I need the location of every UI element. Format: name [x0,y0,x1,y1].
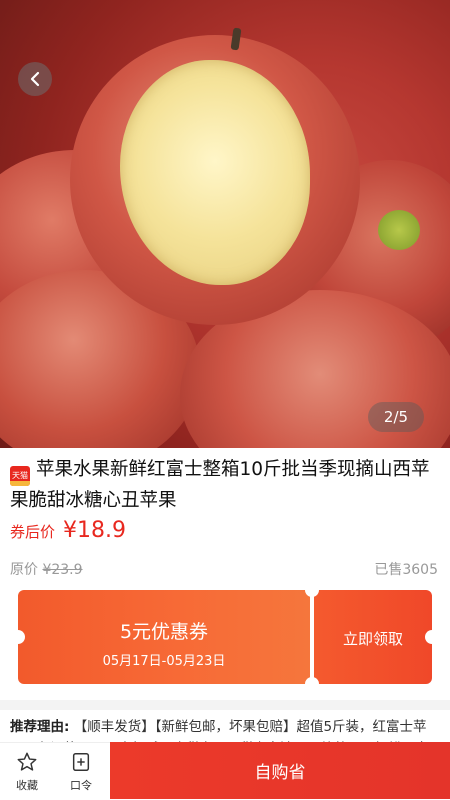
recommend-label: 推荐理由: [10,719,70,735]
star-icon [17,752,37,771]
coupon-notch [305,583,319,597]
original-price-value: ¥23.9 [42,562,83,578]
favorite-label: 收藏 [16,779,38,792]
image-pager: 2/5 [368,402,424,432]
coupon-title: 5元优惠券 [119,621,209,643]
price-value: ¥18.9 [63,518,126,543]
product-title: 天猫 苹果水果新鲜红富士整箱10斤批当季现摘山西苹果脆甜冰糖心丑苹果 [10,455,440,515]
price-row: 券后价 ¥18.9 [10,518,126,543]
original-price-row: 原价 ¥23.9 [10,559,83,579]
share-plus-icon [72,753,90,771]
back-icon [30,71,40,87]
coupon-card[interactable]: 5元优惠券 05月17日-05月23日 立即领取 [11,583,439,691]
password-button[interactable]: 口令 [54,743,108,800]
claim-coupon-button[interactable]: 立即领取 [314,628,432,649]
apple-highlight [378,210,420,250]
tmall-icon: 天猫 [10,466,30,486]
original-price-label: 原价 [10,562,38,578]
back-button[interactable] [18,62,52,96]
coupon-notch [305,677,319,691]
section-divider [0,700,450,710]
favorite-button[interactable]: 收藏 [0,743,54,800]
password-label: 口令 [70,779,92,792]
product-image-gallery[interactable]: 2/5 [0,0,450,448]
coupon-date-range: 05月17日-05月23日 [102,654,226,669]
product-title-text: 苹果水果新鲜红富士整箱10斤批当季现摘山西苹果脆甜冰糖心丑苹果 [10,459,430,511]
price-label: 券后价 [10,523,56,541]
sold-count: 已售3605 [374,562,438,578]
self-purchase-button[interactable]: 自购省 [110,742,450,799]
